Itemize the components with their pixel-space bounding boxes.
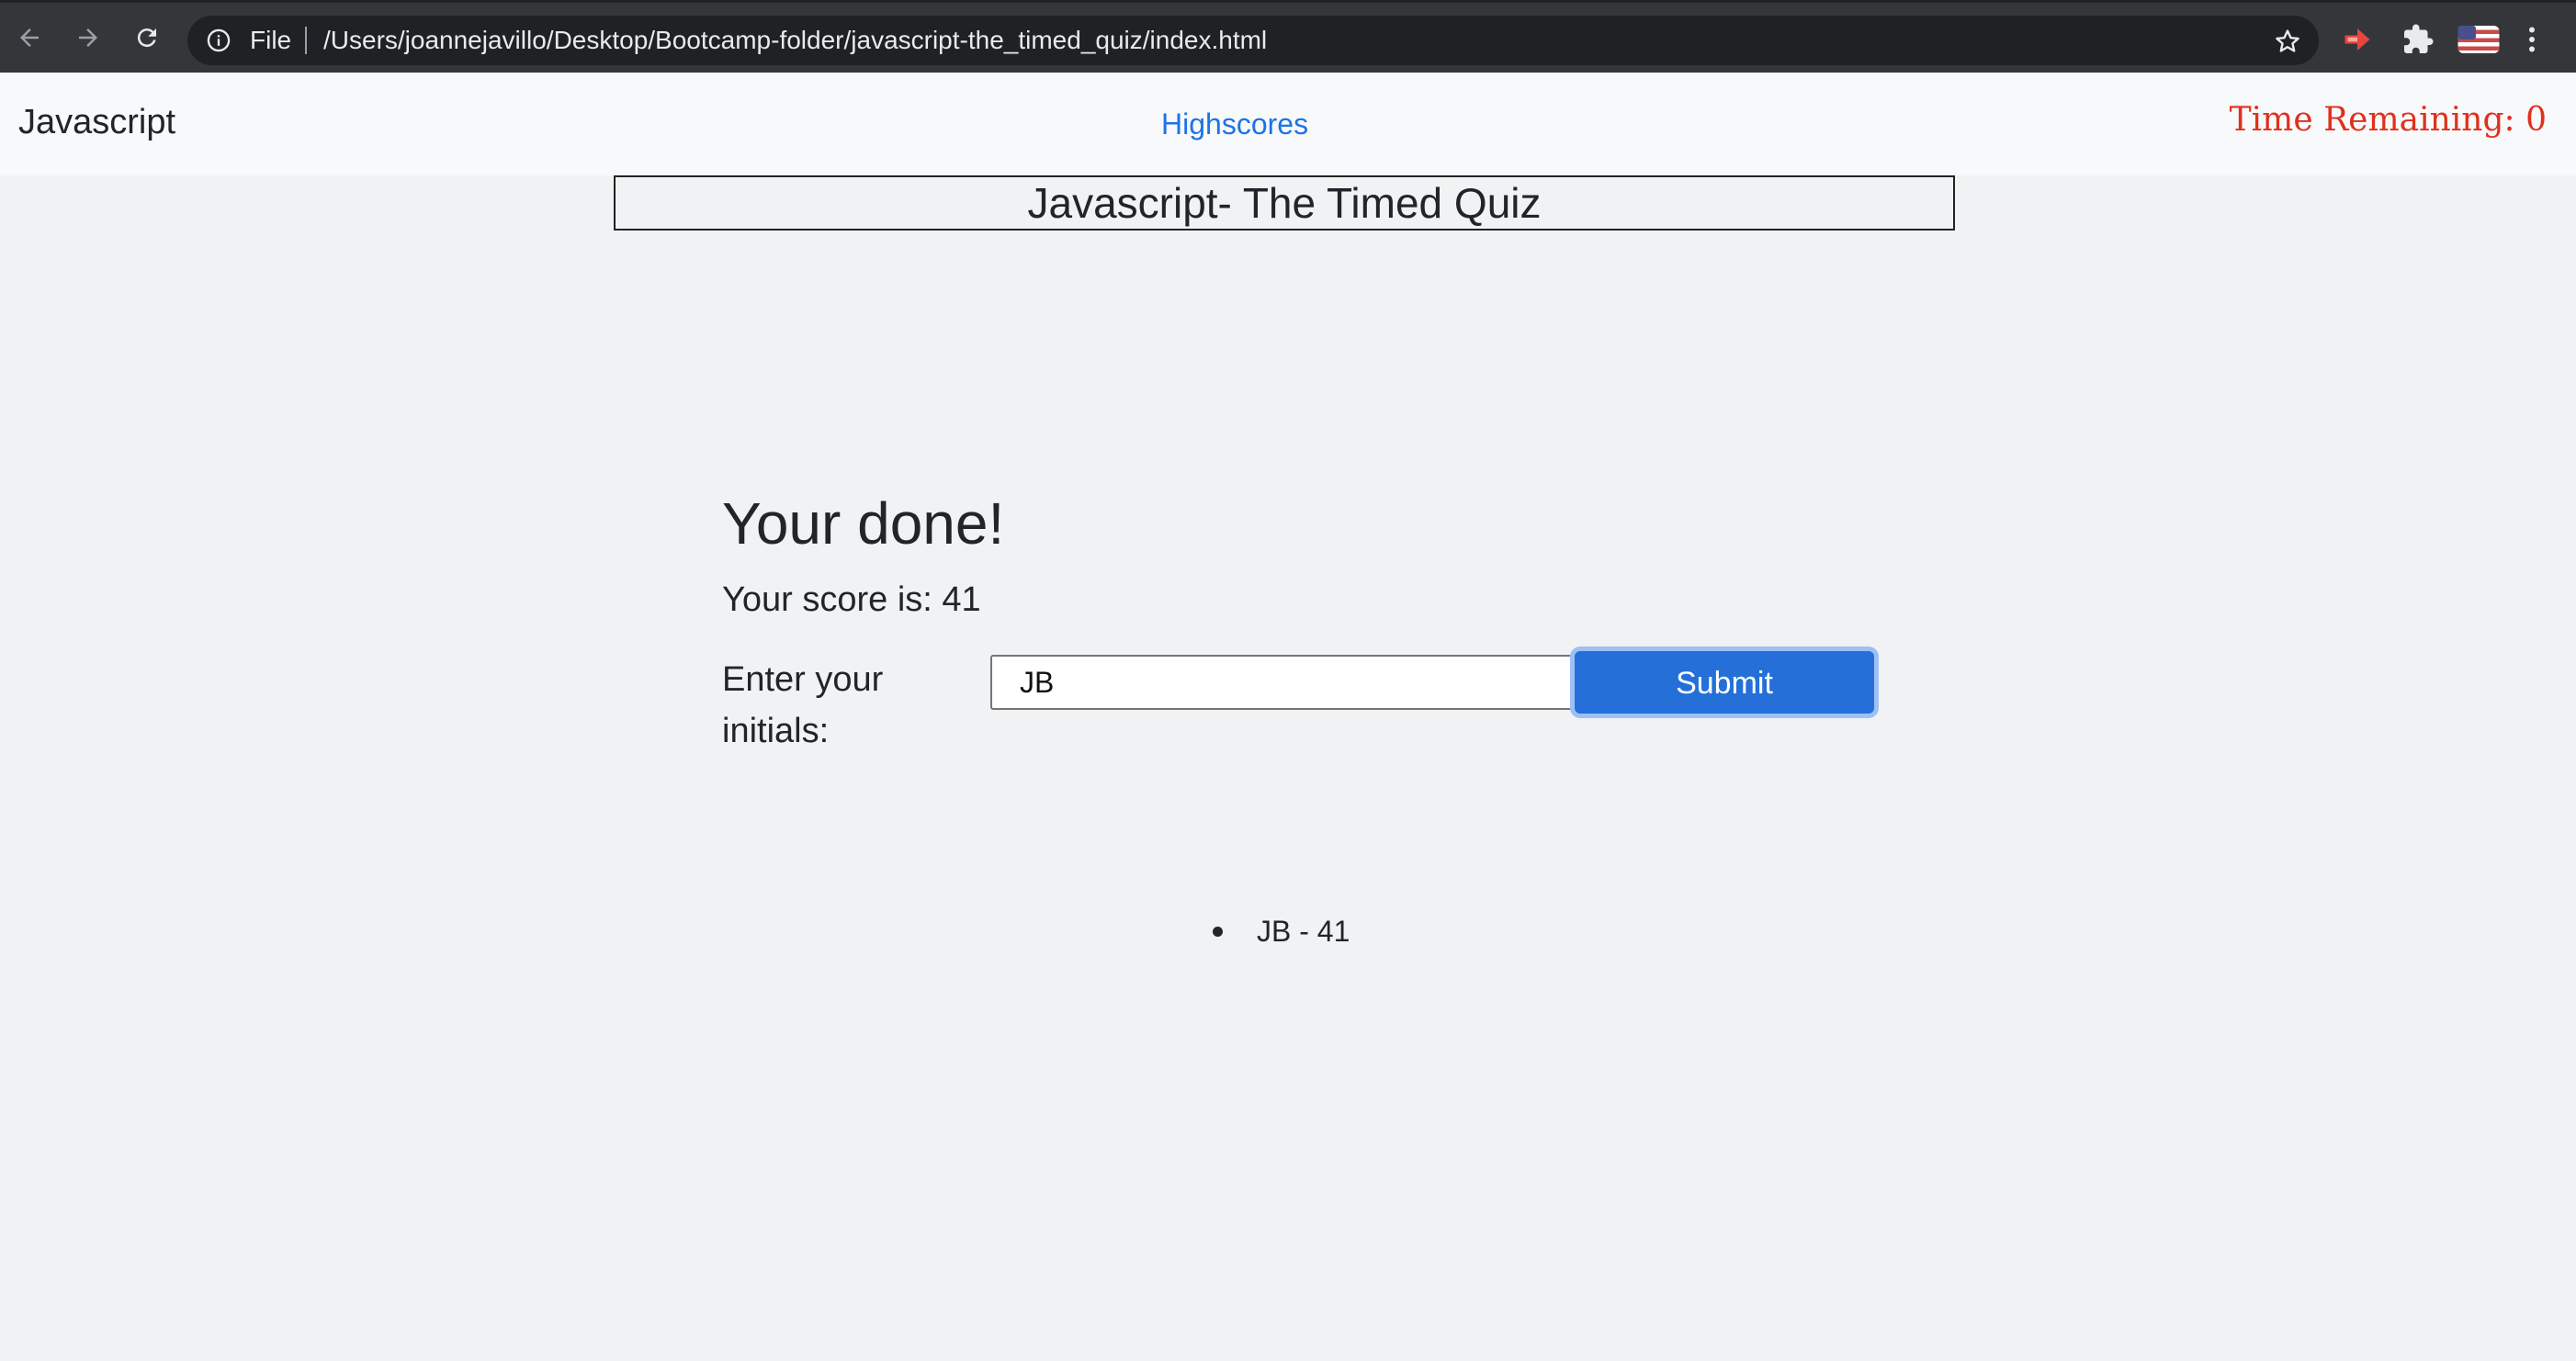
bookmark-star-icon[interactable] [2273, 27, 2302, 56]
initials-input[interactable] [990, 655, 1576, 710]
highscores-link[interactable]: Highscores [1161, 104, 1308, 144]
info-icon[interactable] [206, 28, 232, 53]
puzzle-icon[interactable] [2401, 23, 2435, 56]
url-text[interactable]: /Users/joannejavillo/Desktop/Bootcamp-fo… [323, 25, 1267, 56]
highscore-item-text: JB - 41 [1257, 915, 1350, 948]
omnibox-divider [305, 27, 307, 54]
flag-avatar-icon[interactable] [2457, 23, 2501, 56]
back-arrow-icon[interactable] [13, 21, 46, 54]
highscore-list: JB - 41 [1211, 909, 1350, 953]
time-remaining: Time Remaining: 0 [2229, 101, 2547, 139]
file-scheme-label: File [250, 26, 292, 54]
final-score-text: Your score is: 41 [722, 580, 981, 619]
submit-button[interactable]: Submit [1575, 651, 1874, 714]
page-navbar: Javascript Highscores Time Remaining: 0 [0, 73, 2576, 175]
browser-toolbar: File /Users/joannejavillo/Desktop/Bootca… [0, 0, 2576, 73]
navbar-brand[interactable]: Javascript [18, 100, 175, 144]
done-heading: Your done! [722, 490, 1005, 557]
kebab-menu-icon[interactable] [2523, 23, 2541, 56]
bullet-icon [1213, 927, 1223, 937]
initials-label: Enter your initials: [722, 660, 884, 750]
quiz-title: Javascript- The Timed Quiz [614, 175, 1955, 231]
address-bar[interactable]: File /Users/joannejavillo/Desktop/Bootca… [187, 16, 2319, 65]
extension-arrow-icon[interactable] [2341, 23, 2374, 56]
forward-arrow-icon[interactable] [72, 21, 105, 54]
reload-icon[interactable] [130, 21, 164, 54]
highscore-item: JB - 41 [1211, 909, 1350, 953]
